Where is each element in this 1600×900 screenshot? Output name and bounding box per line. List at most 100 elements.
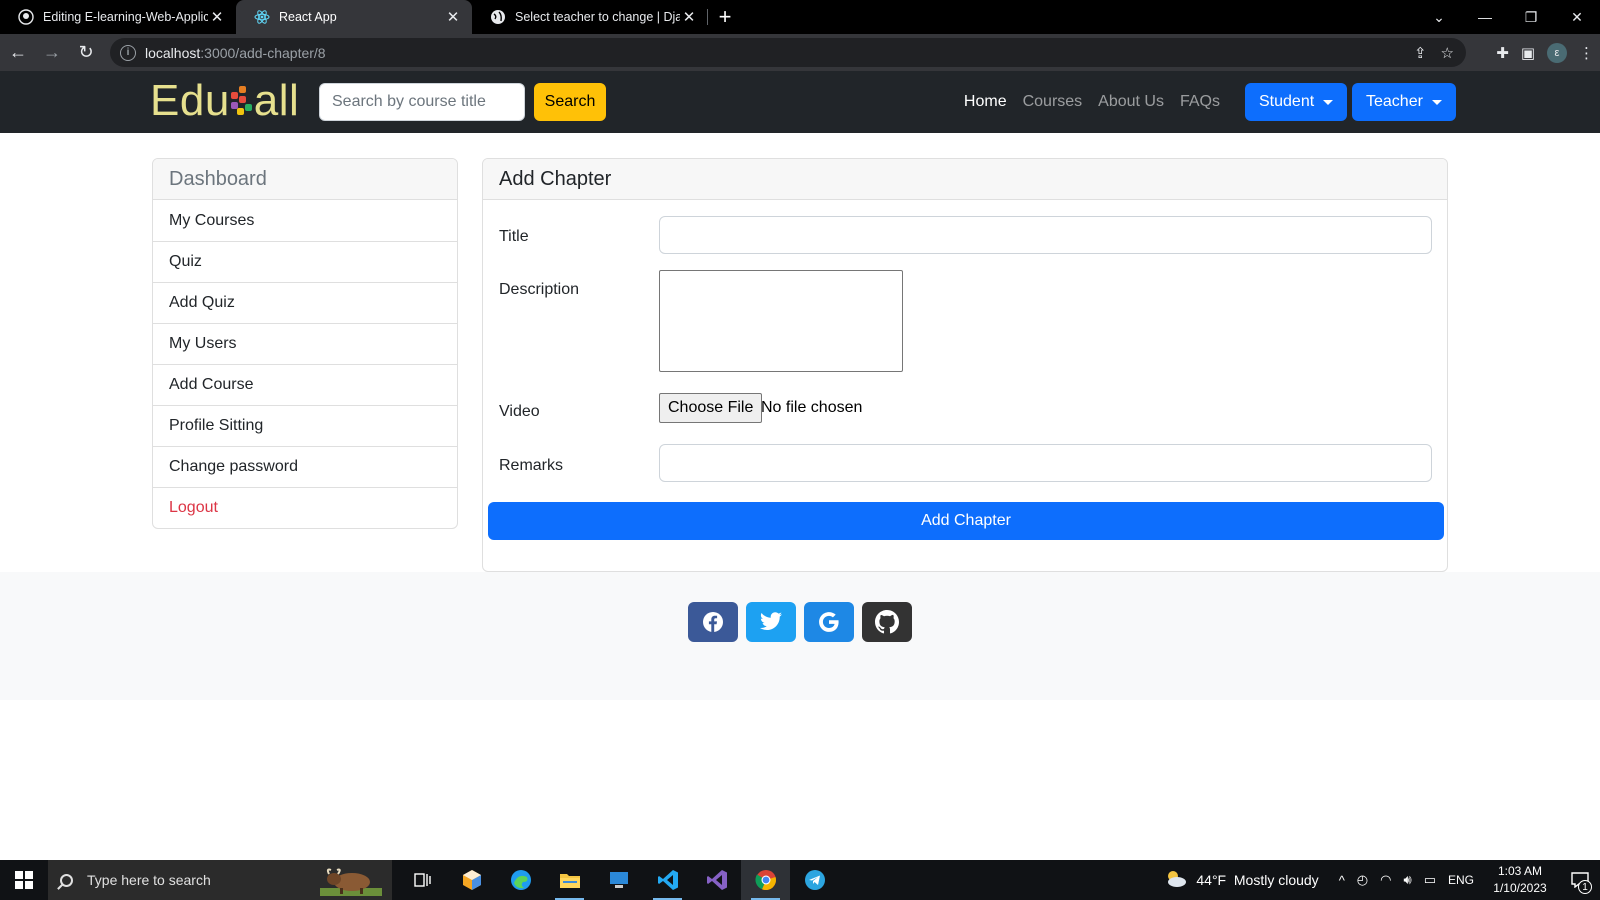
taskbar-search-placeholder: Type here to search <box>87 872 211 888</box>
language-indicator[interactable]: ENG <box>1448 873 1474 887</box>
dashboard-sidebar: Dashboard My Courses Quiz Add Quiz My Us… <box>152 158 458 529</box>
taskbar-search-box[interactable]: Type here to search <box>48 860 392 900</box>
weather-text[interactable]: 44°F Mostly cloudy <box>1196 872 1318 888</box>
teacher-dropdown-label: Teacher <box>1366 93 1423 110</box>
student-dropdown-label: Student <box>1259 93 1315 110</box>
sidebar-item-logout[interactable]: Logout <box>153 487 457 528</box>
close-tab-icon[interactable]: ✕ <box>444 8 462 26</box>
brand-text-left: Edu <box>150 76 230 125</box>
sidebar-item-add-course[interactable]: Add Course <box>153 364 457 405</box>
course-search-input[interactable] <box>319 83 525 121</box>
chrome-icon[interactable] <box>741 860 790 900</box>
url-path: :3000/add-chapter/8 <box>200 44 326 61</box>
visual-studio-icon[interactable] <box>692 860 741 900</box>
video-label: Video <box>499 403 540 420</box>
bookmark-star-icon[interactable]: ☆ <box>1441 44 1454 62</box>
minimize-icon[interactable]: — <box>1462 0 1508 34</box>
taskbar-apps <box>398 860 839 900</box>
file-status-text: No file chosen <box>761 399 863 416</box>
battery-icon[interactable]: ▭ <box>1424 872 1436 888</box>
menu-kebab-icon[interactable]: ⋮ <box>1579 44 1594 62</box>
browser-tab-active[interactable]: React App ✕ <box>236 0 472 34</box>
remarks-field[interactable] <box>659 444 1432 482</box>
extensions-icon[interactable]: ✚ <box>1496 44 1509 62</box>
address-bar[interactable]: i localhost :3000/add-chapter/8 ⇪ ☆ <box>110 38 1466 67</box>
system-tray: 44°F Mostly cloudy ^ ◴ ◠ 🔊︎ ▭ ENG 1:03 A… <box>1164 860 1600 900</box>
close-window-icon[interactable]: ✕ <box>1554 0 1600 34</box>
facebook-icon[interactable] <box>688 602 738 642</box>
edge-icon[interactable] <box>496 860 545 900</box>
reload-icon[interactable]: ↻ <box>70 38 102 68</box>
student-dropdown[interactable]: Student <box>1245 83 1348 121</box>
choose-file-button[interactable]: Choose File <box>659 393 763 423</box>
description-label: Description <box>499 281 580 298</box>
nav-faqs[interactable]: FAQs <box>1180 93 1220 111</box>
browser-tab-bar: Editing E-learning-Web-Applicati ✕ React… <box>0 0 1600 34</box>
file-explorer-icon[interactable] <box>545 860 594 900</box>
clock-time: 1:03 AM <box>1497 864 1543 878</box>
nav-courses[interactable]: Courses <box>1023 93 1083 111</box>
close-tab-icon[interactable]: ✕ <box>208 8 226 26</box>
sidebar-item-add-quiz[interactable]: Add Quiz <box>153 282 457 323</box>
window-controls: ⌄ — ❐ ✕ <box>1416 0 1600 34</box>
meet-now-icon[interactable]: ◴ <box>1357 872 1368 888</box>
back-icon[interactable]: ← <box>2 38 34 68</box>
github-icon[interactable] <box>862 602 912 642</box>
remarks-label: Remarks <box>499 457 564 474</box>
brand-logo[interactable]: Edu all <box>150 77 299 125</box>
task-view-icon[interactable] <box>398 860 447 900</box>
description-textarea[interactable] <box>659 270 903 372</box>
tab-title: Editing E-learning-Web-Applicati <box>43 10 208 24</box>
close-tab-icon[interactable]: ✕ <box>680 8 698 26</box>
sidebar-item-quiz[interactable]: Quiz <box>153 241 457 282</box>
remote-desktop-icon[interactable] <box>594 860 643 900</box>
search-button[interactable]: Search <box>534 83 606 121</box>
nav-home[interactable]: Home <box>964 93 1007 111</box>
teacher-dropdown[interactable]: Teacher <box>1352 83 1456 121</box>
side-panel-icon[interactable]: ▣ <box>1521 44 1535 62</box>
forward-icon[interactable]: → <box>36 38 68 68</box>
sidebar-item-change-password[interactable]: Change password <box>153 446 457 487</box>
restore-icon[interactable]: ❐ <box>1508 0 1554 34</box>
nav-about[interactable]: About Us <box>1098 93 1164 111</box>
caret-down-icon <box>1323 99 1334 105</box>
browser-toolbar: ← → ↻ i localhost :3000/add-chapter/8 ⇪ … <box>0 34 1600 71</box>
windows-start-icon[interactable] <box>0 860 48 900</box>
cube-app-icon[interactable] <box>447 860 496 900</box>
card-title: Add Chapter <box>483 159 1447 200</box>
profile-avatar[interactable]: ε <box>1547 42 1567 63</box>
show-hidden-icons-icon[interactable]: ^ <box>1339 873 1345 888</box>
vscode-icon[interactable] <box>643 860 692 900</box>
windows-taskbar: Type here to search 44°F Mostly cloudy ^… <box>0 860 1600 900</box>
title-field[interactable] <box>659 216 1432 254</box>
volume-icon[interactable]: 🔊︎ <box>1403 872 1411 888</box>
notification-count: 1 <box>1578 880 1592 894</box>
site-footer <box>0 572 1600 700</box>
add-chapter-button[interactable]: Add Chapter <box>488 502 1444 540</box>
notifications-icon[interactable]: 1 <box>1560 872 1600 894</box>
google-icon[interactable] <box>804 602 854 642</box>
github-icon <box>18 9 34 25</box>
taskbar-clock[interactable]: 1:03 AM 1/10/2023 <box>1480 863 1560 897</box>
clock-date: 1/10/2023 <box>1493 881 1547 895</box>
new-tab-icon[interactable]: + <box>708 0 742 34</box>
site-info-icon[interactable]: i <box>120 44 136 61</box>
sidebar-item-my-courses[interactable]: My Courses <box>153 200 457 241</box>
weather-cloud-icon[interactable] <box>1164 869 1188 892</box>
tab-search-icon[interactable]: ⌄ <box>1416 0 1462 34</box>
wifi-icon[interactable]: ◠ <box>1380 872 1391 888</box>
twitter-icon[interactable] <box>746 602 796 642</box>
site-navbar: Edu all Search Home Courses About Us FAQ… <box>0 71 1600 133</box>
search-highlight-illustration <box>320 868 382 896</box>
browser-tab[interactable]: Select teacher to change | Djang ✕ <box>472 0 708 34</box>
sidebar-item-my-users[interactable]: My Users <box>153 323 457 364</box>
brand-text-right: all <box>253 76 300 125</box>
globe-icon <box>490 9 506 25</box>
tab-title: Select teacher to change | Djang <box>515 10 680 24</box>
share-icon[interactable]: ⇪ <box>1414 44 1427 62</box>
nav-links: Home Courses About Us FAQs <box>964 71 1220 133</box>
browser-tab[interactable]: Editing E-learning-Web-Applicati ✕ <box>0 0 236 34</box>
telegram-icon[interactable] <box>790 860 839 900</box>
sidebar-item-profile-setting[interactable]: Profile Sitting <box>153 405 457 446</box>
caret-down-icon <box>1431 99 1442 105</box>
